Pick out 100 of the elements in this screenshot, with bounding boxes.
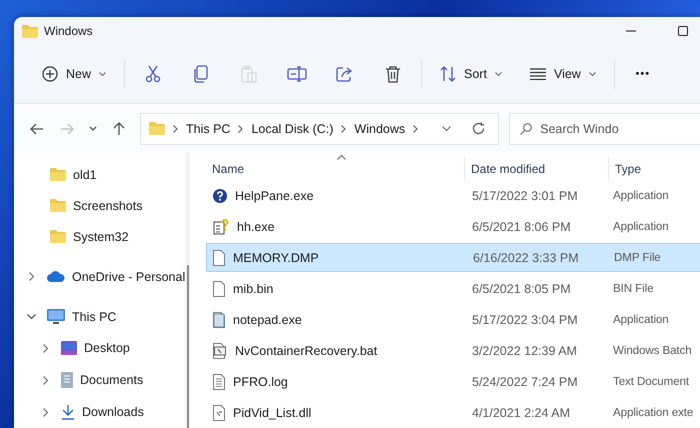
file-icon (213, 374, 225, 390)
file-row[interactable]: PidVid_List.dll 4/1/2021 2:24 AM Application exte (206, 398, 700, 427)
date-modified: 3/2/2022 12:39 AM (472, 344, 577, 358)
file-type: Text Document (613, 375, 690, 388)
sort-icon (440, 66, 456, 82)
refresh-icon (472, 122, 485, 135)
file-name: hh.exe (237, 220, 275, 234)
file-row[interactable]: mib.bin 6/5/2021 8:05 PM BIN File (206, 274, 700, 303)
file-icon (213, 404, 225, 420)
file-icon (213, 342, 227, 358)
chevron-right-icon (413, 124, 418, 132)
forward-arrow-icon (60, 122, 74, 136)
plus-circle-icon (42, 66, 58, 82)
chevron-down-icon (89, 126, 97, 131)
document-icon (61, 372, 73, 388)
help-document-icon (213, 218, 229, 234)
address-bar[interactable]: This PC Local Disk (C:) Windows (140, 112, 500, 144)
monitor-icon (47, 308, 65, 324)
window-title: Windows (44, 24, 93, 38)
folder-icon (50, 199, 66, 212)
cut-icon (144, 65, 162, 83)
list-view-icon (530, 68, 546, 80)
column-header[interactable]: Name (206, 157, 465, 181)
caret-icon (494, 72, 502, 76)
file-type: DMP File (614, 251, 661, 264)
file-name: PFRO.log (233, 374, 288, 388)
sort-menu-button[interactable]: Sort (432, 58, 510, 90)
file-name: NvContainerRecovery.bat (235, 344, 378, 358)
folder-icon (50, 230, 66, 243)
maximize-icon (678, 26, 688, 36)
copy-icon (193, 65, 210, 83)
file-icon (213, 280, 225, 296)
more-options-button[interactable]: ••• (624, 58, 661, 90)
chevron-down-icon[interactable] (26, 314, 36, 319)
column-header[interactable]: Type (609, 157, 700, 181)
file-type: Application (613, 189, 669, 202)
download-icon (61, 404, 75, 420)
file-type: BIN File (613, 282, 654, 295)
date-modified: 5/17/2022 3:04 PM (472, 312, 578, 326)
nav-item[interactable]: old1 (73, 168, 97, 182)
folder-icon (50, 168, 66, 181)
file-name: notepad.exe (233, 312, 302, 326)
chevron-right-icon (341, 124, 346, 132)
cloud-icon (47, 271, 65, 282)
date-modified: 5/24/2022 7:24 PM (472, 374, 578, 388)
file-type: Application exte (613, 406, 694, 419)
scrollbar[interactable] (185, 153, 190, 428)
help-icon (213, 188, 227, 202)
nav-item[interactable]: Desktop (84, 341, 130, 355)
caret-icon (588, 72, 596, 76)
chevron-right-icon (173, 124, 178, 132)
chevron-right-icon[interactable] (42, 376, 48, 384)
chevron-right-icon[interactable] (42, 344, 48, 352)
breadcrumb-item[interactable]: Local Disk (C:) (251, 122, 334, 136)
file-row[interactable]: notepad.exe 5/17/2022 3:04 PM Application (206, 305, 700, 334)
file-row[interactable]: hh.exe 6/5/2021 8:06 PM Application (206, 212, 700, 241)
chevron-right-icon[interactable] (28, 272, 34, 281)
date-modified: 6/16/2022 3:33 PM (473, 250, 579, 264)
paste-icon (241, 65, 258, 83)
desktop-icon (61, 341, 77, 355)
file-icon (213, 312, 225, 328)
file-type: Application (613, 220, 669, 233)
column-header[interactable]: Date modified (465, 157, 609, 181)
file-name: HelpPane.exe (235, 188, 314, 202)
chevron-right-icon[interactable] (42, 408, 48, 416)
folder-icon (149, 122, 165, 135)
file-icon (213, 250, 225, 266)
search-field[interactable]: Search Windo (509, 112, 700, 144)
file-name: MEMORY.DMP (233, 250, 319, 264)
file-name: mib.bin (233, 282, 274, 296)
breadcrumb-item[interactable]: Windows (354, 122, 406, 136)
file-type: Application (613, 313, 669, 326)
view-menu-button[interactable]: View (522, 58, 604, 90)
share-icon (336, 66, 354, 82)
nav-item[interactable]: Documents (80, 373, 144, 387)
delete-icon (385, 65, 402, 83)
chevron-down-icon (442, 126, 451, 131)
search-icon (520, 122, 532, 134)
folder-icon (22, 24, 38, 38)
nav-item[interactable]: OneDrive - Personal (72, 270, 186, 284)
file-name: PidVid_List.dll (233, 406, 312, 420)
nav-item[interactable]: System32 (73, 230, 129, 244)
date-modified: 5/17/2022 3:01 PM (472, 188, 578, 202)
file-row[interactable]: HelpPane.exe 5/17/2022 3:01 PM Application (206, 181, 700, 210)
back-arrow-icon (30, 122, 44, 136)
up-arrow-icon (112, 122, 126, 136)
file-type: Windows Batch (613, 344, 692, 357)
rename-icon (287, 66, 308, 82)
new-menu-button[interactable]: New (34, 58, 114, 90)
nav-item[interactable]: Screenshots (73, 198, 142, 212)
chevron-right-icon (238, 124, 244, 132)
file-row[interactable]: NvContainerRecovery.bat 3/2/2022 12:39 AM Windows Batch (206, 336, 700, 365)
nav-item[interactable]: Downloads (82, 405, 144, 419)
date-modified: 6/5/2021 8:06 PM (472, 220, 571, 234)
breadcrumb-item[interactable]: This PC (186, 122, 230, 136)
file-row[interactable]: PFRO.log 5/24/2022 7:24 PM Text Document (206, 367, 700, 396)
date-modified: 6/5/2021 8:05 PM (472, 282, 571, 296)
nav-item[interactable]: This PC (72, 310, 116, 324)
caret-icon (99, 72, 106, 76)
file-row[interactable]: MEMORY.DMP 6/16/2022 3:33 PM DMP File (206, 243, 700, 272)
